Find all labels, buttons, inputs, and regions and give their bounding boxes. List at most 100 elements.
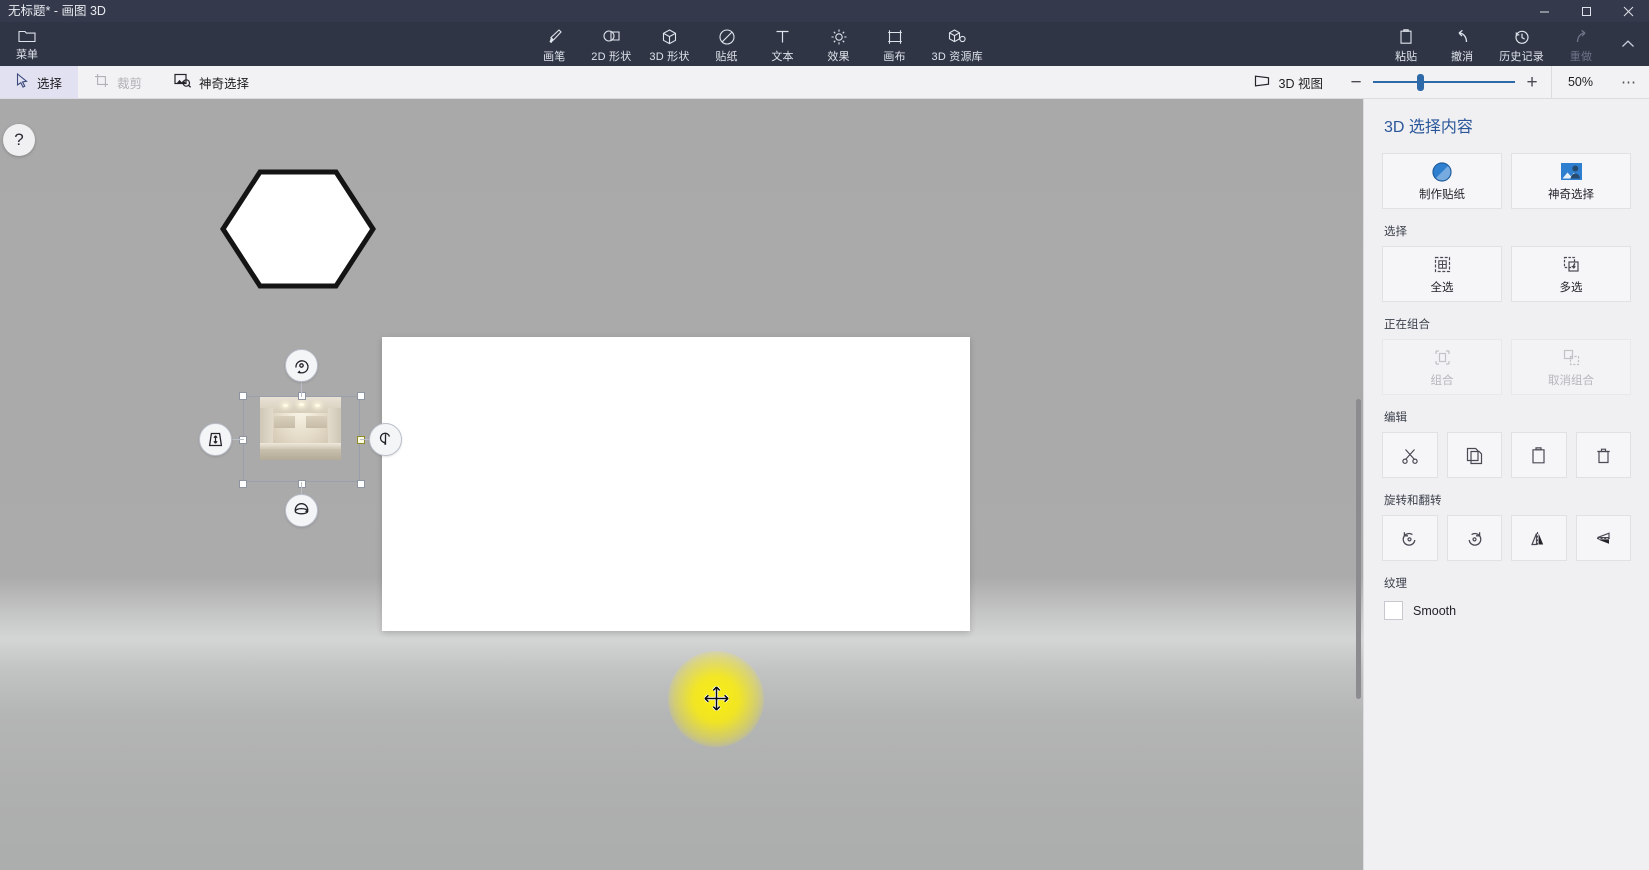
tool-strip-spacer [265,66,1238,98]
delete-button[interactable] [1575,432,1631,478]
ungroup-label: 取消组合 [1548,374,1594,387]
resize-handle-bottom-left[interactable] [239,480,247,488]
paste-icon [1530,444,1547,466]
magic-select-panel-button[interactable]: 神奇选择 [1511,153,1631,209]
view-3d-label: 3D 视图 [1278,76,1323,91]
gizmo-connector-top [301,381,302,397]
rotate-flip-group-tiles [1382,515,1631,561]
brush-icon [546,26,563,46]
rotate-y-gizmo[interactable] [369,423,402,456]
zoom-slider-thumb[interactable] [1417,73,1424,91]
magic-select-icon [1560,161,1583,183]
tool-text[interactable]: 文本 [755,22,811,66]
select-group-tiles: 全选 多选 [1382,246,1631,302]
action-history[interactable]: 历史记录 [1490,22,1553,66]
select-all-icon [1433,254,1452,276]
maximize-button[interactable] [1565,0,1607,22]
smooth-checkbox-row[interactable]: Smooth [1384,601,1631,620]
action-redo: 重做 [1553,22,1609,66]
copy-icon [1465,444,1483,466]
action-undo-label: 撤消 [1450,51,1474,63]
flip-horizontal-button[interactable] [1511,515,1567,561]
tool-3d-library-label: 3D 资源库 [931,51,983,63]
close-button[interactable] [1607,0,1649,22]
flip-vertical-button[interactable] [1575,515,1631,561]
tool-2d-shapes[interactable]: 2D 形状 [582,22,640,66]
ribbon-actions: 粘贴 撤消 历史记录 重做 [1378,22,1649,66]
tool-select[interactable]: 选择 [0,66,79,98]
multi-select-button[interactable]: 多选 [1511,246,1631,302]
title-bar: 无标题* - 画图 3D [0,0,1649,22]
rotate-left-icon [1400,527,1419,549]
tool-sticker[interactable]: 贴纸 [699,22,755,66]
ungroup-button: 取消组合 [1511,339,1631,395]
canvas-scrollbar[interactable] [1352,99,1363,870]
tool-3d-library[interactable]: 3D 资源库 [923,22,992,66]
canvas-scrollbar-thumb[interactable] [1356,399,1361,699]
resize-handle-bottom-right[interactable] [357,480,365,488]
canvas-viewport[interactable]: ? [0,99,1363,870]
rotate-left-button[interactable] [1382,515,1438,561]
resize-handle-top-right[interactable] [357,392,365,400]
zoom-controls: − + [1339,66,1551,98]
resize-handle-middle-right[interactable] [357,436,365,444]
zoom-slider-track [1373,81,1515,83]
selection-bounding-box[interactable] [239,392,365,488]
sticker-icon [718,26,736,46]
text-icon [774,26,791,46]
zoom-in-button[interactable]: + [1515,73,1549,92]
view-3d-toggle[interactable]: 3D 视图 [1238,66,1339,98]
hexagon-shape[interactable] [218,164,378,299]
tool-strip: 选择 裁剪 神奇选择 3D 视图 − + 50% ⋯ [0,66,1649,99]
group-icon [1433,347,1452,369]
paste-button[interactable] [1511,432,1567,478]
multi-select-label: 多选 [1559,281,1583,294]
folder-icon [18,28,36,46]
tool-2d-shapes-label: 2D 形状 [591,51,632,63]
minimize-button[interactable] [1523,0,1565,22]
tool-magic-select[interactable]: 神奇选择 [158,66,265,98]
flip-vertical-icon [1594,527,1613,549]
menu-label: 菜单 [16,49,38,61]
cut-icon [1401,444,1419,466]
multi-select-icon [1562,254,1581,276]
action-undo[interactable]: 撤消 [1434,22,1490,66]
collapse-ribbon-button[interactable] [1609,22,1647,66]
depth-move-gizmo[interactable] [199,423,232,456]
more-options-button[interactable]: ⋯ [1609,66,1649,98]
tool-3d-shapes[interactable]: 3D 形状 [640,22,698,66]
rotate-right-button[interactable] [1446,515,1502,561]
rotate-x-gizmo[interactable] [285,494,318,527]
tool-crop-label: 裁剪 [117,76,143,91]
zoom-slider[interactable] [1373,66,1515,99]
zoom-percent-label: 50% [1551,66,1609,99]
resize-handle-top-center[interactable] [298,392,306,400]
panel-title: 3D 选择内容 [1384,119,1473,136]
canvas-paper[interactable] [382,337,970,631]
help-button[interactable]: ? [3,124,35,156]
menu-button[interactable]: 菜单 [6,26,48,62]
resize-handle-middle-left[interactable] [239,436,247,444]
copy-button[interactable] [1446,432,1502,478]
tool-effects[interactable]: 效果 [811,22,867,66]
flip-horizontal-icon [1529,527,1548,549]
delete-icon [1595,444,1612,466]
zoom-out-button[interactable]: − [1339,73,1373,92]
tool-magic-select-label: 神奇选择 [199,76,250,91]
tool-canvas[interactable]: 画布 [867,22,923,66]
canvas-icon [886,26,904,46]
3d-library-icon [947,26,967,46]
rotate-z-gizmo[interactable] [285,349,318,382]
action-paste[interactable]: 粘贴 [1378,22,1434,66]
cut-button[interactable] [1382,432,1438,478]
action-redo-label: 重做 [1569,51,1593,63]
make-sticker-button[interactable]: 制作贴纸 [1382,153,1502,209]
smooth-checkbox[interactable] [1384,601,1403,620]
select-all-button[interactable]: 全选 [1382,246,1502,302]
resize-handle-bottom-center[interactable] [298,480,306,488]
grouping-group-label: 正在组合 [1384,319,1430,331]
tool-brush[interactable]: 画笔 [526,22,582,66]
make-sticker-icon [1431,161,1453,183]
ungroup-icon [1562,347,1581,369]
resize-handle-top-left[interactable] [239,392,247,400]
